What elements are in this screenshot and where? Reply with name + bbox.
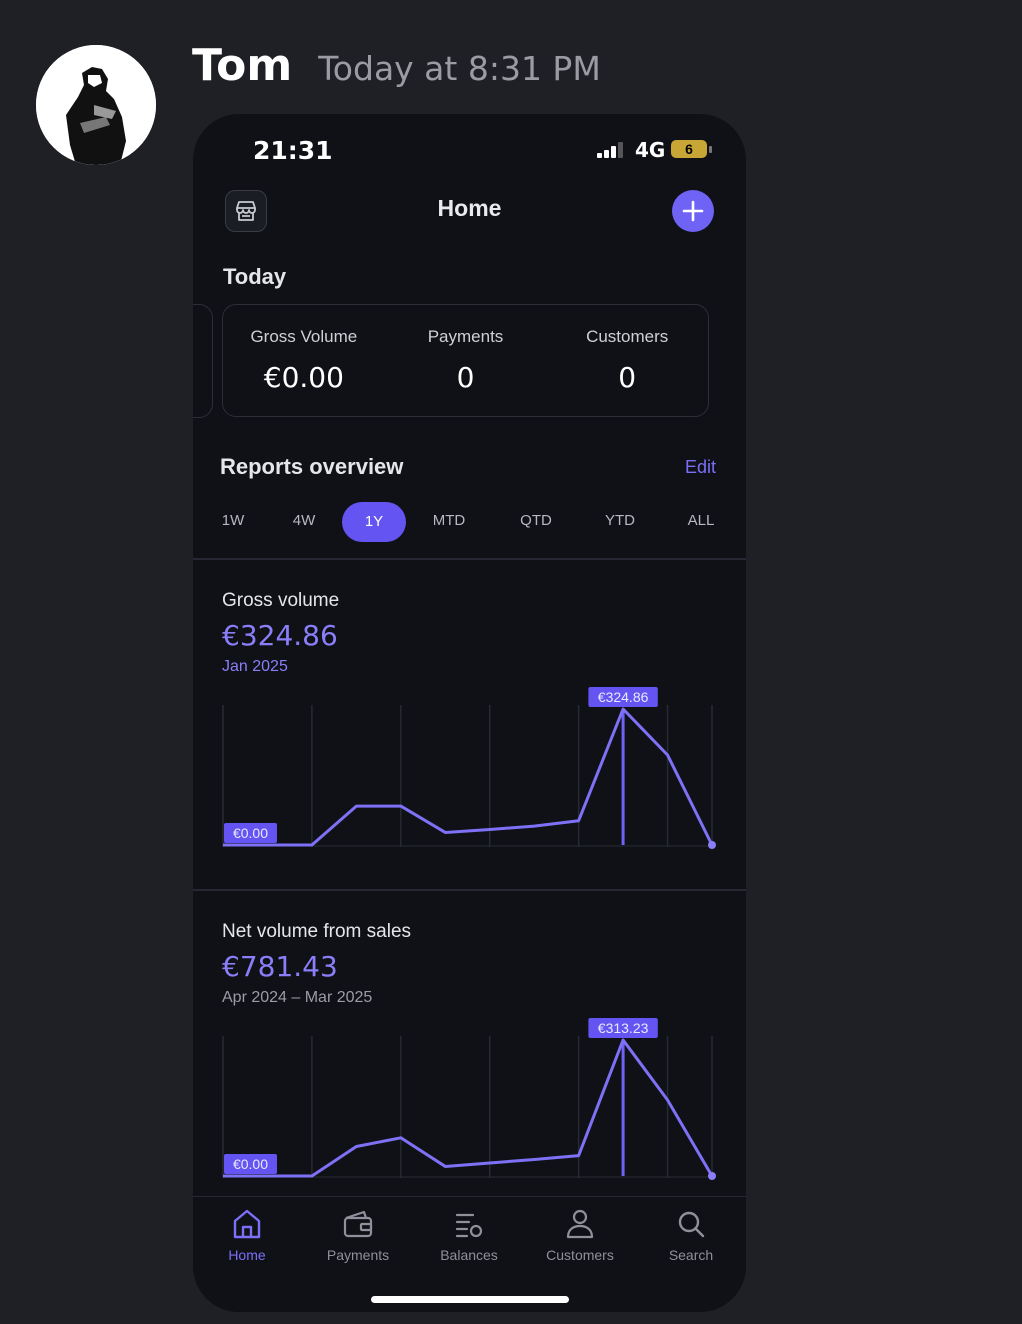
message-timestamp: Today at 8:31 PM: [318, 49, 601, 88]
kpi-label: Gross Volume: [250, 327, 358, 346]
kpi-customers: Customers 0: [546, 305, 708, 416]
previous-card[interactable]: [193, 304, 213, 418]
tab-ytd[interactable]: YTD: [605, 512, 635, 529]
tab-all[interactable]: ALL: [688, 512, 715, 529]
chart-title: Net volume from sales: [222, 921, 412, 942]
home-indicator: [371, 1296, 569, 1303]
tab-label: Home: [228, 1247, 266, 1263]
message-header: Tom Today at 8:31 PM: [192, 40, 601, 96]
chart-subtitle: Apr 2024 – Mar 2025: [222, 989, 373, 1006]
home-icon: [233, 1209, 261, 1239]
network-type: 4G: [635, 138, 666, 162]
app-header: Home: [193, 190, 746, 232]
net-volume-chart[interactable]: €0.00 €313.23: [193, 1010, 746, 1180]
page-title: Home: [437, 195, 502, 221]
data-point[interactable]: [708, 841, 716, 849]
kpi-value: €0.00: [263, 361, 344, 394]
value-chip-label: €313.23: [598, 1020, 649, 1036]
status-bar: 21:31 4G 6: [193, 136, 746, 165]
today-summary-card[interactable]: Gross Volume €0.00 Payments 0 Customers …: [222, 304, 709, 417]
value-chip-label: €0.00: [233, 1156, 268, 1172]
plus-icon: [682, 200, 704, 222]
kpi-value: 0: [618, 361, 637, 394]
wallet-icon: [343, 1210, 373, 1238]
tab-label: Payments: [326, 1247, 390, 1263]
person-icon: [566, 1209, 594, 1239]
author-name[interactable]: Tom: [192, 40, 292, 91]
add-button[interactable]: [672, 190, 714, 232]
data-point[interactable]: [708, 1172, 716, 1180]
series-line: [223, 707, 714, 847]
tab-qtd[interactable]: QTD: [520, 512, 552, 529]
edit-link[interactable]: Edit: [685, 457, 716, 478]
search-icon: [678, 1211, 705, 1238]
tab-balances[interactable]: Balances: [419, 1207, 519, 1263]
bottom-tab-bar: Home Payments Balances Customers Search: [193, 1196, 746, 1312]
tab-4w[interactable]: 4W: [293, 512, 316, 529]
balances-icon: [455, 1213, 483, 1238]
tab-1w[interactable]: 1W: [222, 512, 245, 529]
kpi-payments: Payments 0: [385, 305, 547, 416]
today-heading: Today: [223, 264, 287, 289]
kpi-label: Payments: [427, 327, 504, 346]
kpi-gross-volume: Gross Volume €0.00: [223, 305, 385, 416]
signal-icon: [597, 142, 623, 158]
tab-label: Customers: [546, 1247, 614, 1263]
chart-title: Gross volume: [222, 590, 340, 611]
gross-volume-chart[interactable]: €0.00 €324.86: [193, 679, 746, 849]
tab-search[interactable]: Search: [641, 1207, 741, 1263]
phone-screenshot[interactable]: 21:31 4G 6 Home Today Gross Volume €0.00…: [193, 114, 746, 1312]
battery-cap: [709, 146, 712, 153]
tab-payments[interactable]: Payments: [308, 1207, 408, 1263]
avatar-figure-icon: [36, 45, 156, 165]
tab-label: Search: [668, 1247, 714, 1263]
series-line: [223, 1038, 714, 1178]
status-time: 21:31: [253, 136, 333, 165]
chart-total: €781.43: [222, 950, 338, 983]
chart-total: €324.86: [222, 619, 338, 652]
value-chip-label: €324.86: [598, 689, 649, 705]
tab-label: Balances: [440, 1247, 498, 1263]
kpi-value: 0: [456, 361, 475, 394]
tab-mtd[interactable]: MTD: [433, 512, 466, 529]
battery-icon: 6: [671, 140, 707, 158]
range-tabs: 1W 4W 1Y MTD QTD YTD ALL: [193, 502, 746, 542]
tab-1y[interactable]: 1Y: [342, 502, 406, 542]
value-chip-label: €0.00: [233, 825, 268, 841]
chart-subtitle: Jan 2025: [222, 658, 288, 675]
divider: [193, 889, 746, 891]
reports-heading: Reports overview: [220, 454, 404, 479]
user-avatar[interactable]: [36, 45, 156, 165]
kpi-label: Customers: [586, 327, 669, 346]
divider: [193, 558, 746, 560]
tab-home[interactable]: Home: [197, 1207, 297, 1263]
tab-customers[interactable]: Customers: [530, 1207, 630, 1263]
